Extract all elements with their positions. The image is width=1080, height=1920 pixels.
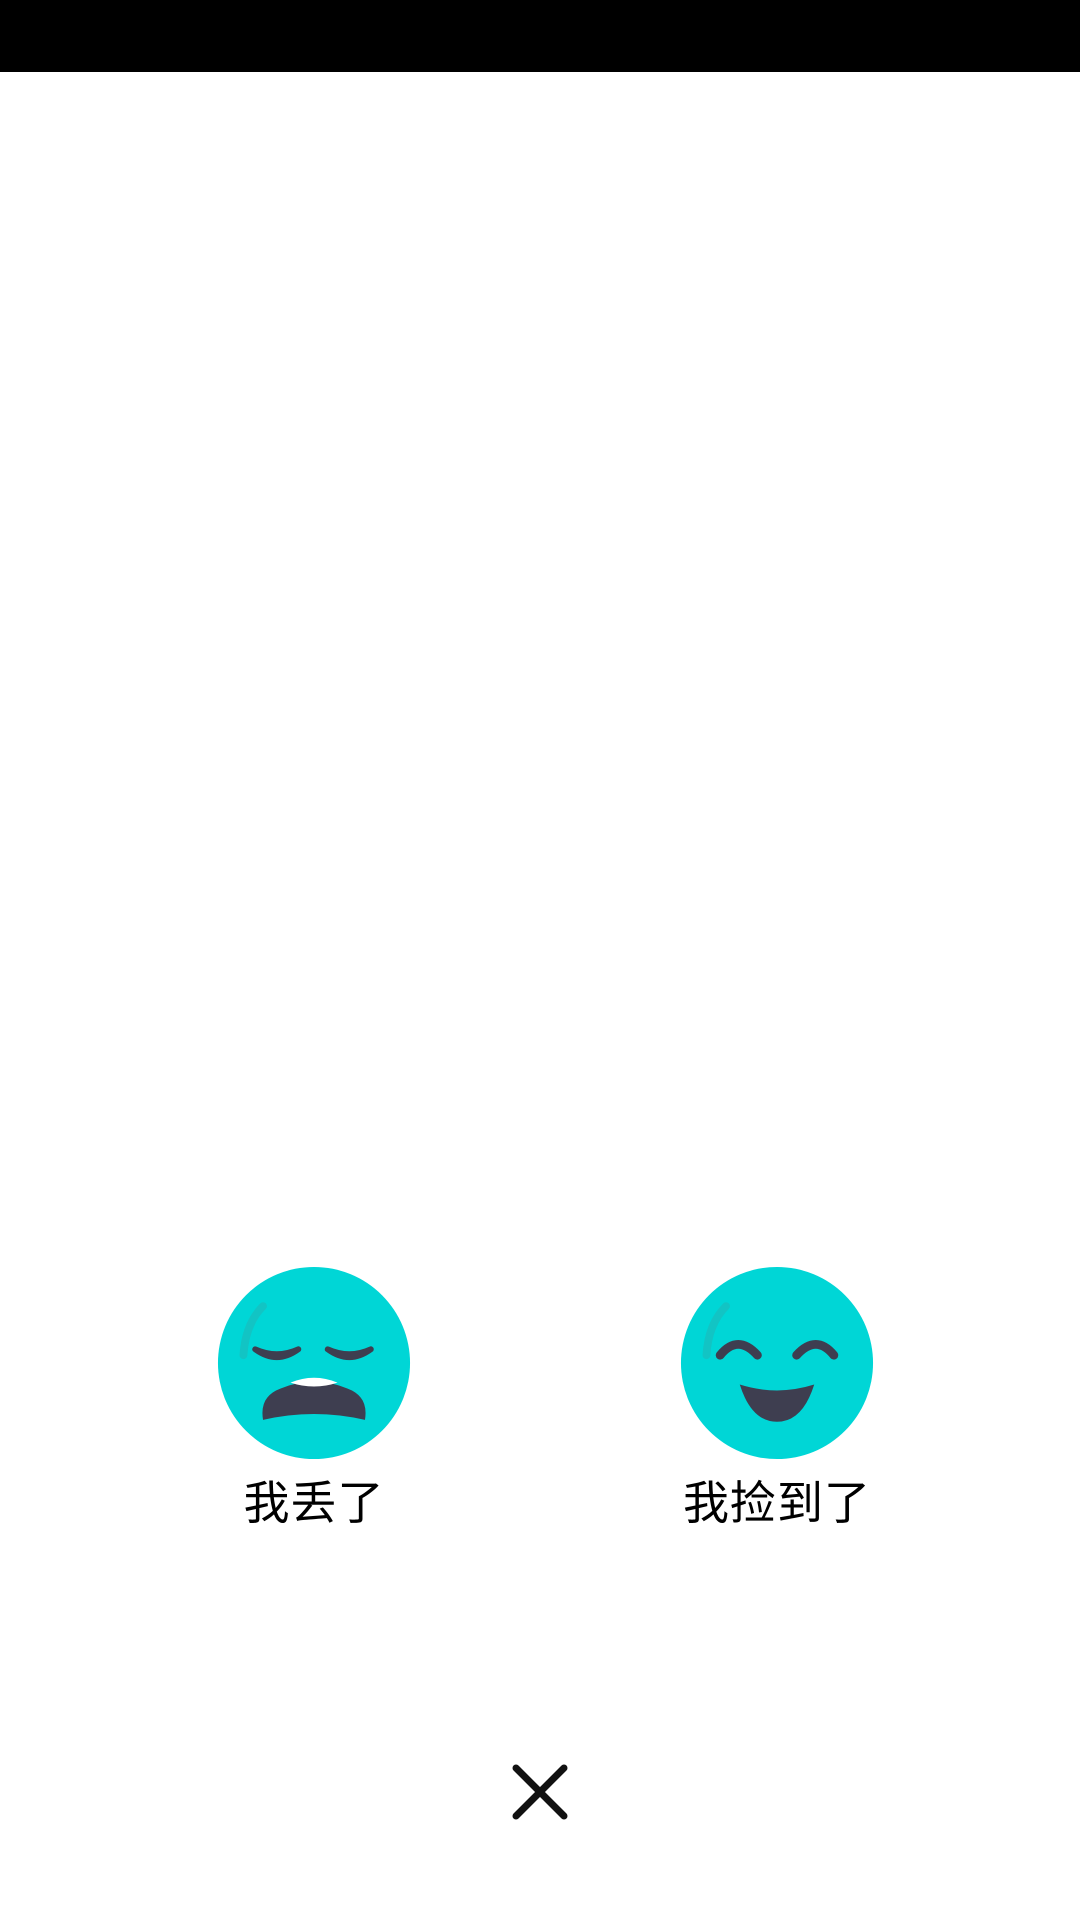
crying-face-icon — [217, 1266, 411, 1460]
status-bar — [0, 0, 1080, 72]
close-icon — [512, 1764, 568, 1820]
i-found-it-label: 我捡到了 — [683, 1476, 871, 1530]
i-lost-it-label: 我丢了 — [243, 1476, 385, 1530]
close-button[interactable] — [510, 1762, 570, 1822]
i-lost-it-button[interactable]: 我丢了 — [184, 1265, 444, 1545]
i-found-it-button[interactable]: 我捡到了 — [647, 1265, 907, 1545]
post-type-chooser — [0, 72, 1080, 1920]
smiling-face-icon — [680, 1266, 874, 1460]
